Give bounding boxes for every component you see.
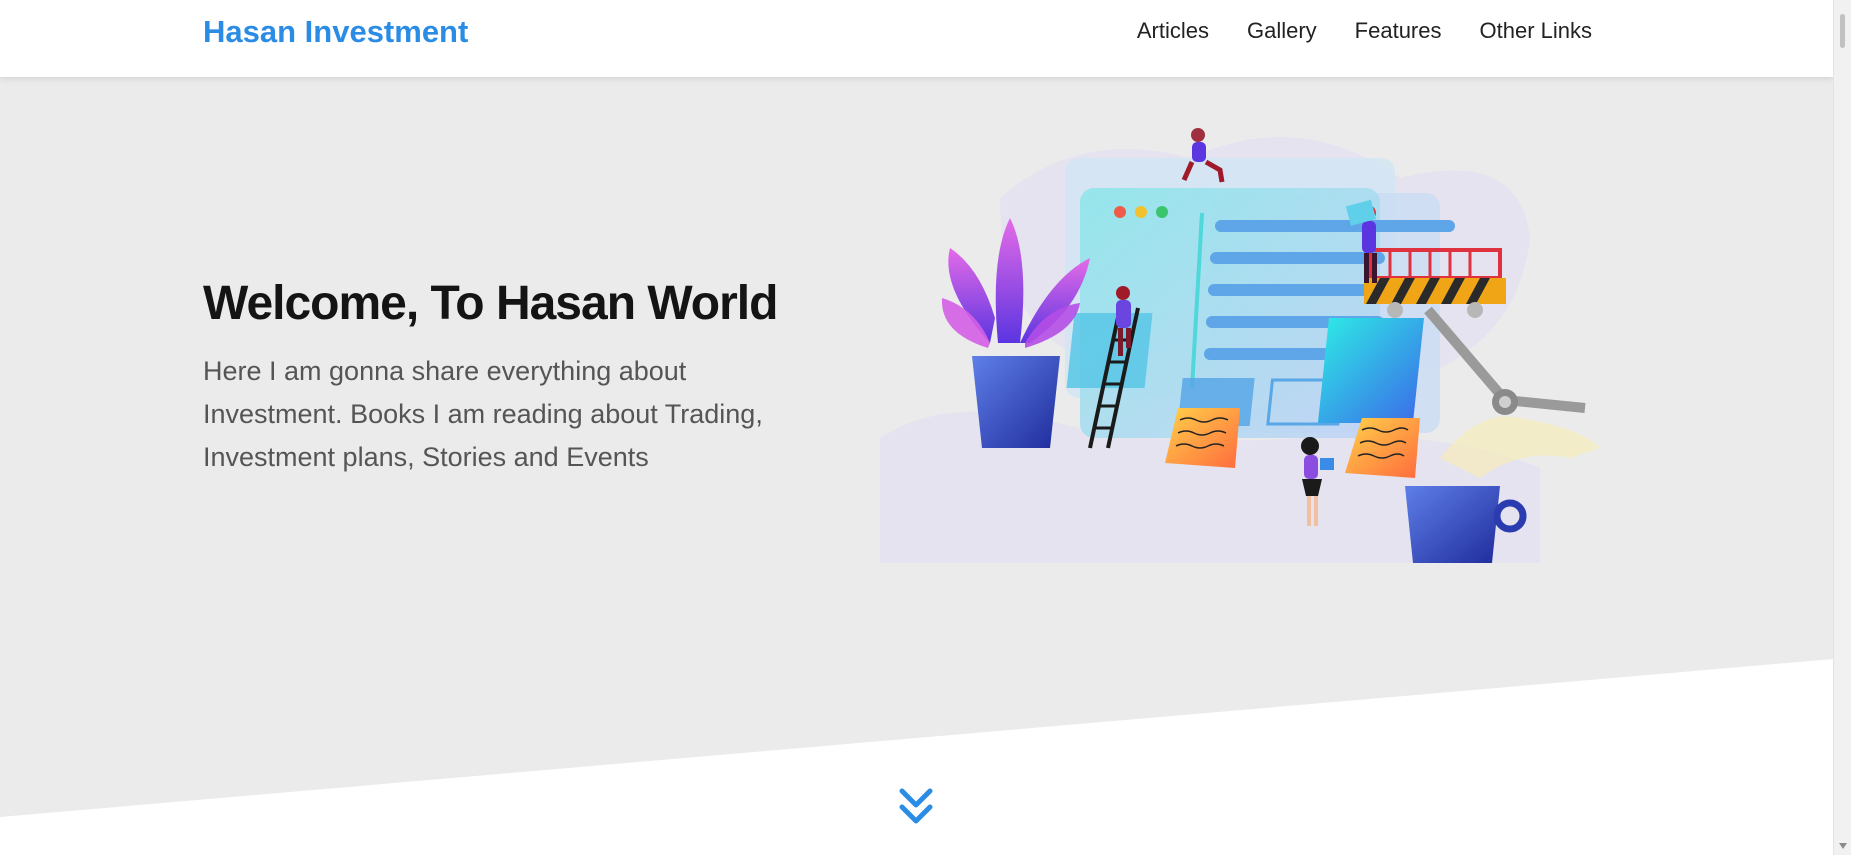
hero-description: Here I am gonna share everything about I… (203, 356, 763, 472)
brand-logo-link[interactable]: Hasan Investment (203, 14, 468, 50)
site-header: Hasan Investment Articles Gallery Featur… (0, 0, 1833, 77)
scroll-down-arrow-icon[interactable] (1839, 843, 1847, 849)
nav-link-features[interactable]: Features (1355, 18, 1442, 44)
page: Hasan Investment Articles Gallery Featur… (0, 0, 1851, 855)
nav-link-gallery[interactable]: Gallery (1247, 18, 1317, 44)
double-chevron-down-icon[interactable] (898, 787, 934, 827)
scrollbar-thumb[interactable] (1840, 14, 1845, 48)
page-scrollbar[interactable] (1833, 0, 1851, 855)
main-nav: Articles Gallery Features Other Links (1137, 18, 1592, 44)
nav-link-articles[interactable]: Articles (1137, 18, 1209, 44)
hero-illustration (880, 128, 1600, 563)
nav-link-other-links[interactable]: Other Links (1480, 18, 1593, 44)
hero-title: Welcome, To Hasan World (203, 277, 778, 330)
